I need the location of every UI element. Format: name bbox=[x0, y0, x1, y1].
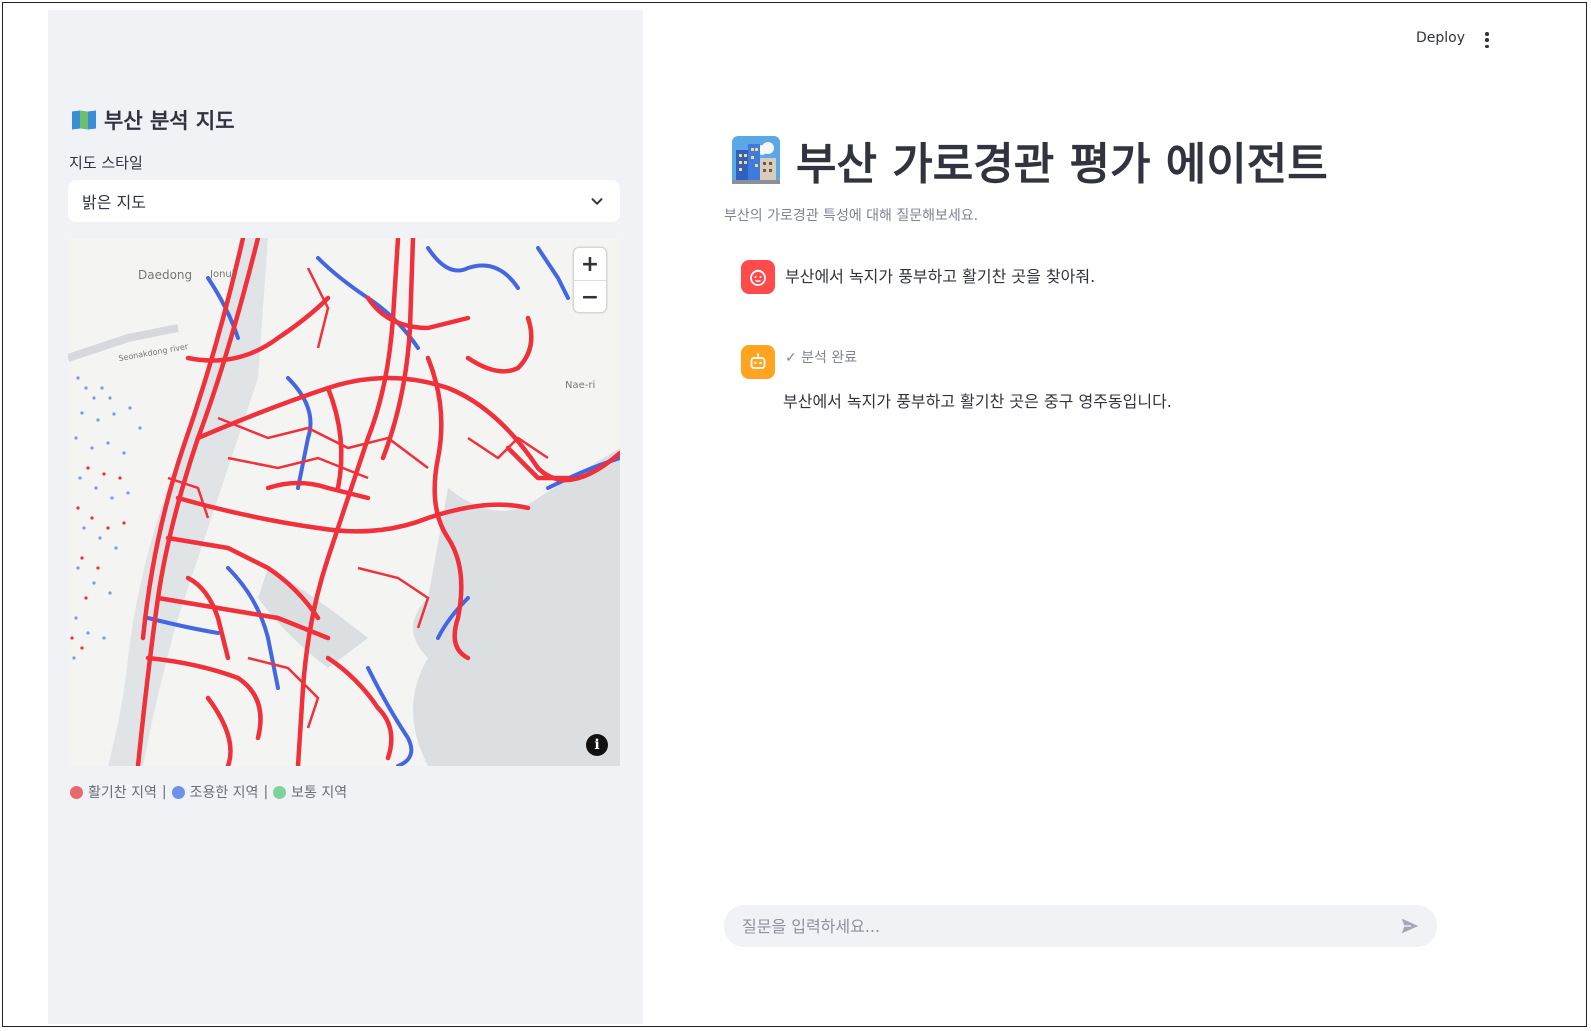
sidebar-title: 부산 분석 지도 bbox=[72, 105, 235, 135]
legend-label-quiet: 조용한 지역 bbox=[189, 785, 259, 801]
legend-dot-normal bbox=[273, 785, 287, 799]
chat-message-user: 부산에서 녹지가 풍부하고 활기찬 곳을 찾아줘. bbox=[741, 260, 1095, 294]
page-title: 부산 가로경관 평가 에이전트 bbox=[732, 128, 1328, 192]
assistant-message-text: 부산에서 녹지가 풍부하고 활기찬 곳은 중구 영주동입니다. bbox=[783, 392, 1172, 411]
send-icon[interactable] bbox=[1399, 915, 1421, 937]
info-icon[interactable]: i bbox=[586, 734, 608, 756]
legend-label-normal: 보통 지역 bbox=[291, 785, 348, 801]
page-title-text: 부산 가로경관 평가 에이전트 bbox=[796, 139, 1328, 190]
legend-separator: | bbox=[263, 784, 269, 800]
map-style-label: 지도 스타일 bbox=[69, 154, 143, 172]
sidebar: 부산 분석 지도 지도 스타일 밝은 지도 Daedong Jonul Nae-… bbox=[48, 10, 643, 1024]
map-canvas bbox=[68, 238, 620, 766]
bot-avatar-icon bbox=[741, 345, 775, 379]
page-caption: 부산의 가로경관 특성에 대해 질문해보세요. bbox=[724, 208, 979, 224]
city-icon bbox=[732, 136, 780, 184]
kebab-menu-icon[interactable] bbox=[1480, 30, 1494, 50]
user-avatar-icon bbox=[741, 260, 775, 294]
map-label-nae-ri: Nae-ri bbox=[565, 380, 596, 391]
map-style-value: 밝은 지도 bbox=[82, 193, 146, 212]
chat-input[interactable] bbox=[740, 915, 1399, 937]
zoom-in-button[interactable]: + bbox=[574, 248, 606, 280]
legend-separator: | bbox=[161, 784, 167, 800]
busan-map[interactable]: Daedong Jonul Nae-ri Seonakdong river + … bbox=[68, 238, 620, 766]
zoom-out-button[interactable]: − bbox=[574, 280, 606, 313]
map-label-jonul: Jonul bbox=[210, 269, 235, 280]
map-style-select[interactable]: 밝은 지도 bbox=[68, 180, 620, 222]
map-legend: 활기찬 지역 | 조용한 지역 | 보통 지역 bbox=[70, 782, 347, 802]
deploy-button[interactable]: Deploy bbox=[1416, 30, 1465, 46]
chevron-down-icon bbox=[591, 198, 603, 205]
sidebar-title-text: 부산 분석 지도 bbox=[104, 109, 235, 133]
map-label-daedong: Daedong bbox=[138, 268, 193, 282]
map-zoom-control: + − bbox=[574, 248, 606, 312]
chat-message-assistant: ✓ 분석 완료 bbox=[741, 345, 857, 379]
legend-dot-quiet bbox=[171, 785, 185, 799]
assistant-status: ✓ 분석 완료 bbox=[785, 350, 858, 366]
world-map-icon bbox=[72, 110, 96, 130]
legend-dot-active bbox=[70, 785, 83, 799]
user-message-text: 부산에서 녹지가 풍부하고 활기찬 곳을 찾아줘. bbox=[785, 267, 1096, 286]
legend-label-active: 활기찬 지역 bbox=[88, 785, 157, 801]
chat-input-box bbox=[724, 905, 1437, 947]
